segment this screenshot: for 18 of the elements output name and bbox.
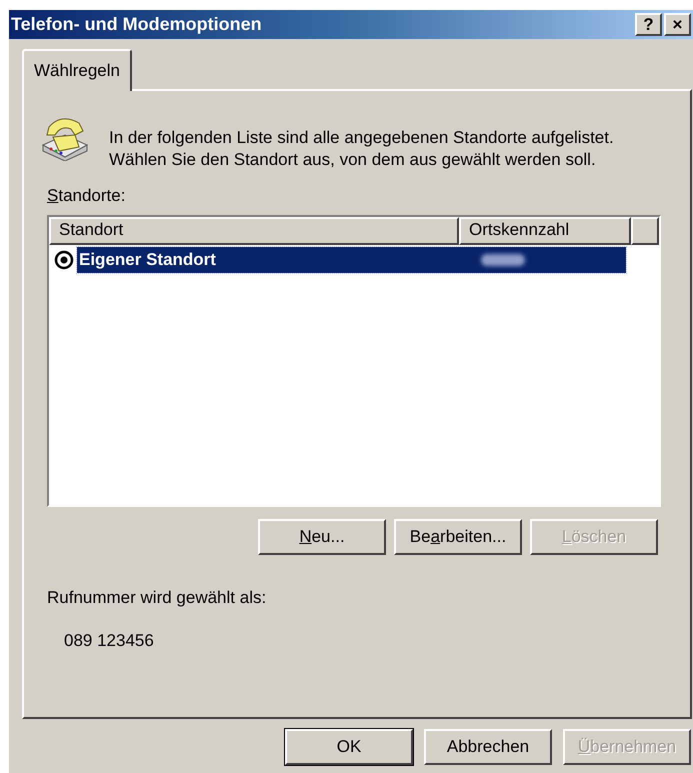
- list-label: Standorte:: [47, 185, 126, 207]
- location-name: Eigener Standort: [78, 248, 217, 271]
- window-title: Telefon- und Modemoptionen: [11, 13, 262, 36]
- close-button[interactable]: ×: [664, 13, 691, 36]
- radio-icon: [54, 250, 74, 270]
- blurred-area-code: [481, 254, 525, 266]
- dialog-button[interactable]: Bearbeiten...: [394, 518, 522, 554]
- dialog-button[interactable]: OK: [285, 729, 413, 765]
- table-row[interactable]: Eigener Standort: [77, 246, 626, 272]
- column-header[interactable]: Standort: [49, 216, 459, 244]
- dial-number: 089 123456: [64, 630, 154, 652]
- column-header[interactable]: Ortskennzahl: [459, 216, 631, 244]
- tab[interactable]: Wählregeln: [22, 49, 132, 91]
- intro-text: In der folgenden Liste sind alle angegebenen Standorte aufgelistet. Wählen Sie den Standort aus, von dem aus gewählt werden soll.: [109, 127, 615, 171]
- dial-label: Rufnummer wird gewählt als:: [47, 586, 266, 608]
- help-button[interactable]: ?: [635, 13, 662, 36]
- dialog-button[interactable]: Abbrechen: [424, 729, 552, 765]
- dialog-button[interactable]: Neu...: [258, 518, 386, 554]
